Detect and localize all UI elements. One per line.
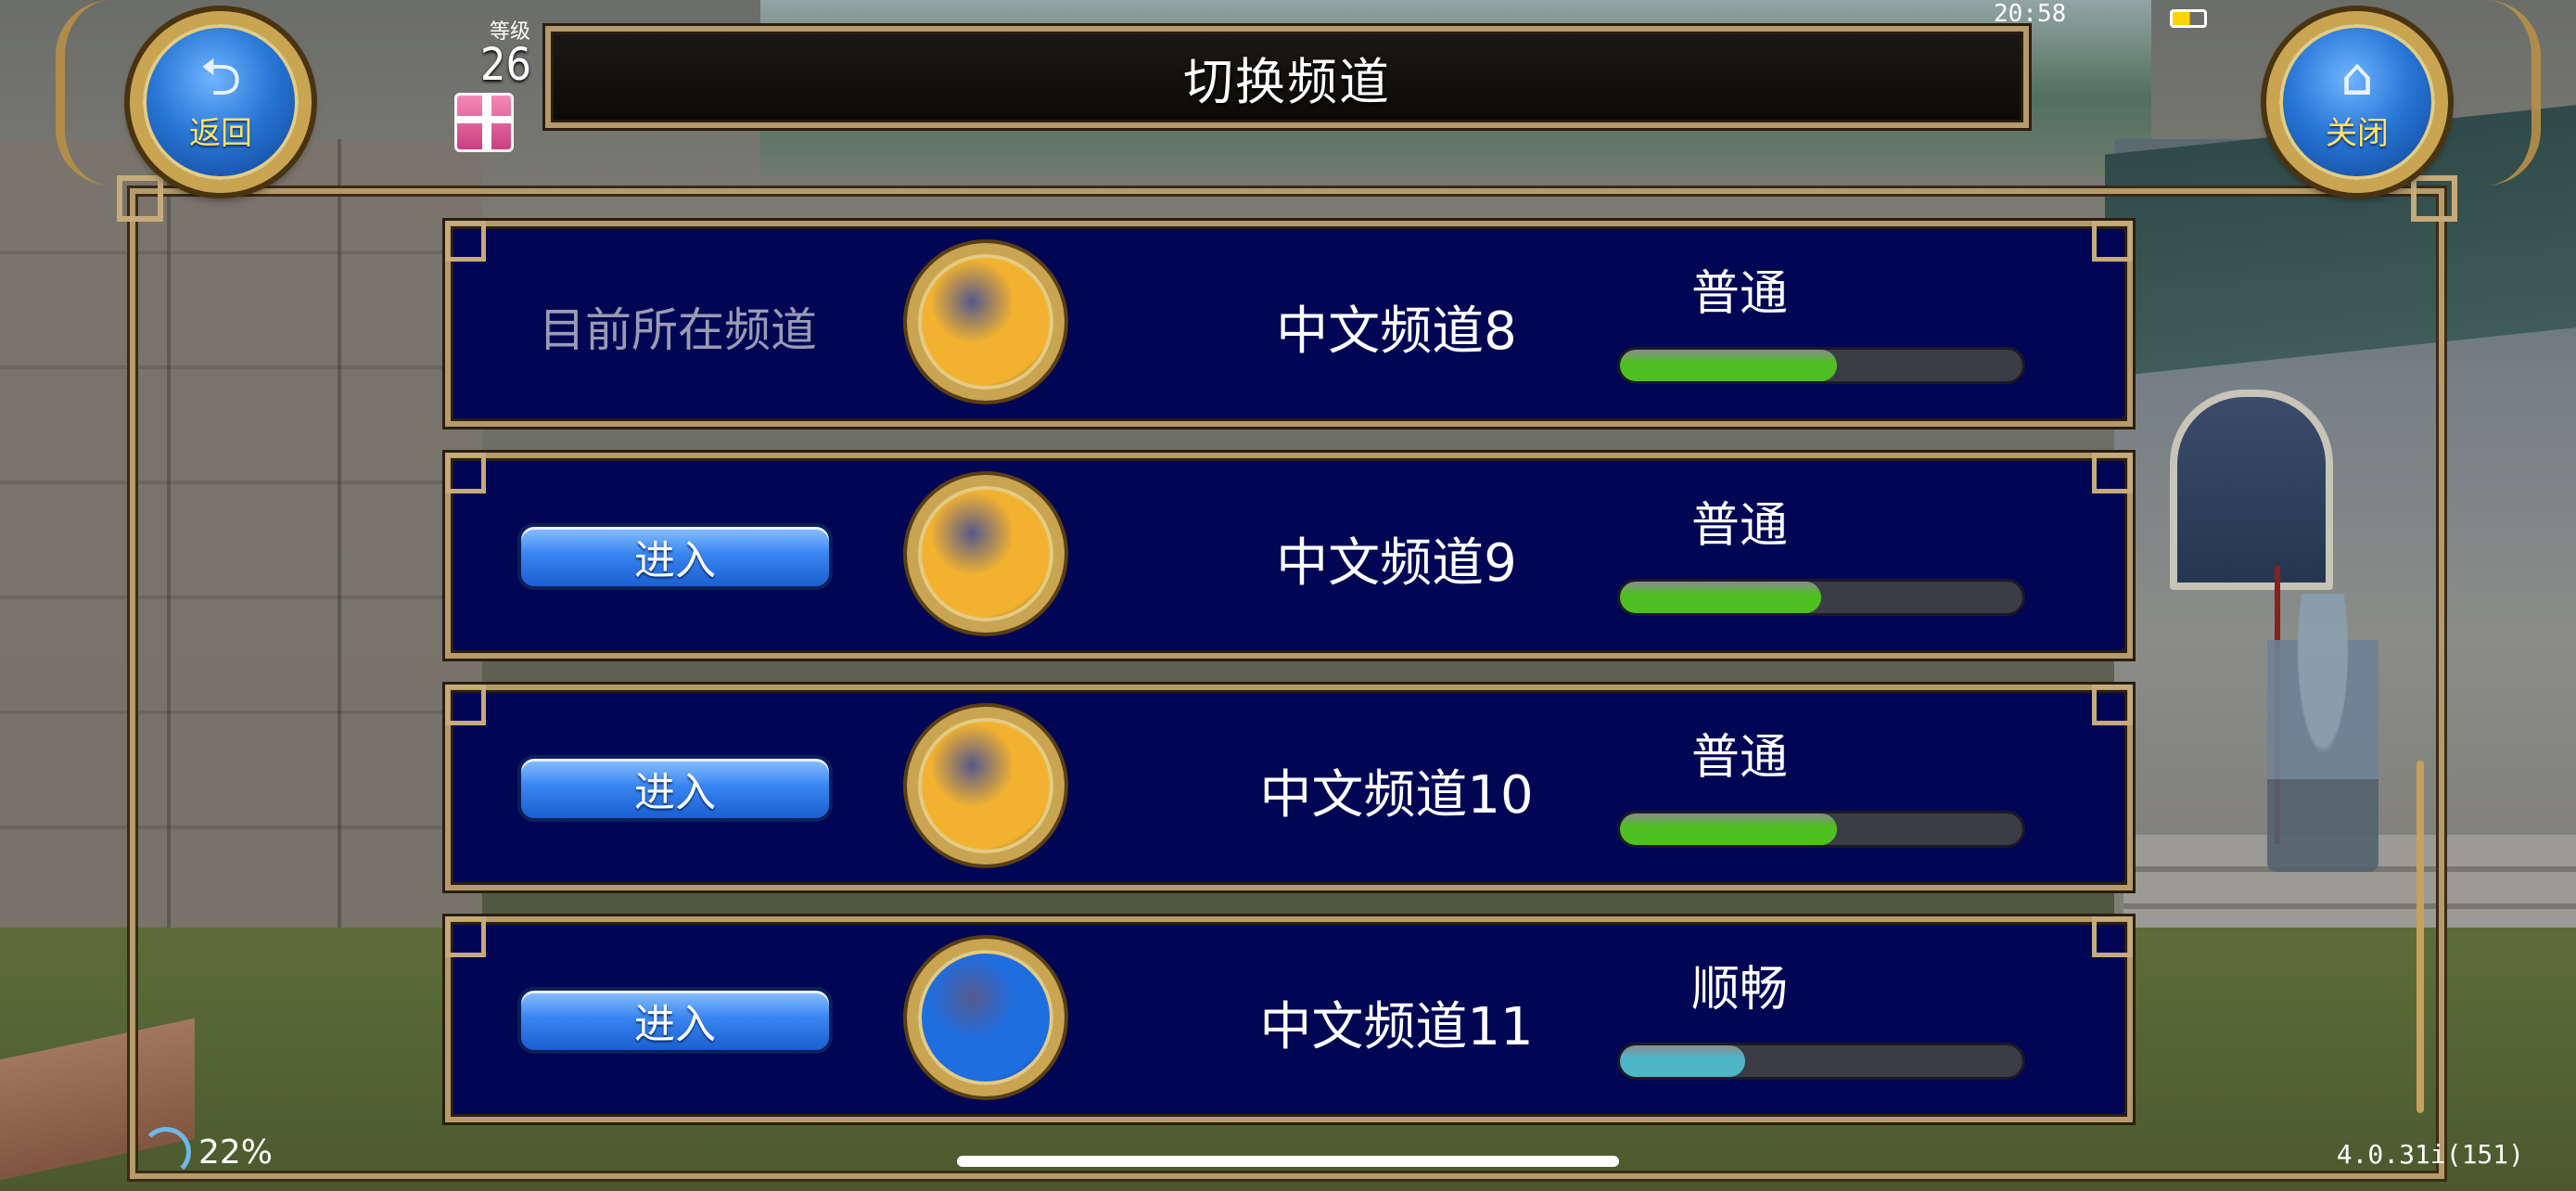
channel-load-bar — [1617, 347, 2025, 384]
channel-load-fill — [1620, 582, 1821, 613]
level-badge: 等级 26 — [436, 13, 547, 96]
row-corner-ornament — [2092, 685, 2133, 725]
home-indicator[interactable] — [957, 1156, 1619, 1167]
back-label: 返回 — [189, 114, 252, 152]
row-corner-ornament — [2092, 916, 2133, 957]
channel-row: 进入 中文频道10 普通 — [445, 685, 2133, 890]
row-corner-ornament — [2092, 221, 2133, 262]
battery-icon — [2170, 9, 2207, 28]
close-button[interactable]: ⌂ 关闭 — [2266, 11, 2448, 193]
channel-row: 进入 中文频道11 顺畅 — [445, 916, 2133, 1122]
channel-load-label: 顺畅 — [1690, 962, 1788, 1018]
version-label: 4.0.31i(151) — [2336, 1139, 2524, 1170]
channel-name: 中文频道9 — [1276, 533, 1517, 594]
channel-load-label: 普通 — [1690, 266, 1788, 322]
channel-list-scrollbar[interactable] — [2417, 761, 2424, 1113]
channel-load-bar — [1617, 1043, 2025, 1080]
channel-status-orb — [907, 939, 1065, 1096]
channel-load-label: 普通 — [1690, 498, 1788, 554]
channel-load-fill — [1620, 1045, 1745, 1077]
row-corner-ornament — [445, 221, 486, 262]
current-channel-label: 目前所在频道 — [539, 303, 817, 357]
close-label: 关闭 — [2326, 114, 2389, 152]
row-corner-ornament — [445, 685, 486, 725]
home-icon: ⌂ — [2340, 46, 2374, 108]
page-title: 切换频道 — [1183, 52, 1391, 111]
signal-icon — [141, 1127, 191, 1177]
channel-load-fill — [1620, 350, 1838, 381]
channel-load-bar — [1617, 811, 2025, 848]
row-corner-ornament — [2092, 453, 2133, 493]
channel-name: 中文频道10 — [1259, 765, 1534, 826]
channel-status-orb — [907, 475, 1065, 633]
gift-icon[interactable] — [454, 93, 514, 152]
back-button[interactable]: ⮌ 返回 — [130, 11, 312, 193]
channel-status-orb — [907, 707, 1065, 864]
enter-channel-button[interactable]: 进入 — [517, 755, 833, 822]
channel-load-fill — [1620, 813, 1838, 845]
row-corner-ornament — [445, 916, 486, 957]
level-value: 26 — [480, 39, 531, 91]
channel-name: 中文频道8 — [1276, 301, 1517, 362]
channel-load-label: 普通 — [1690, 730, 1788, 786]
row-corner-ornament — [445, 453, 486, 493]
enter-channel-button[interactable]: 进入 — [517, 523, 833, 590]
enter-channel-button[interactable]: 进入 — [517, 987, 833, 1054]
channel-load-bar — [1617, 579, 2025, 616]
channel-name: 中文频道11 — [1259, 997, 1534, 1057]
channel-row: 进入 中文频道9 普通 — [445, 453, 2133, 659]
title-bar: 切换频道 — [545, 26, 2029, 128]
signal-percent: 22% — [198, 1133, 274, 1172]
status-time: 20:58 — [1994, 0, 2067, 28]
channel-row: 目前所在频道 中文频道8 普通 — [445, 221, 2133, 427]
back-arrow-icon: ⮌ — [199, 46, 242, 108]
channel-status-orb — [907, 243, 1065, 401]
